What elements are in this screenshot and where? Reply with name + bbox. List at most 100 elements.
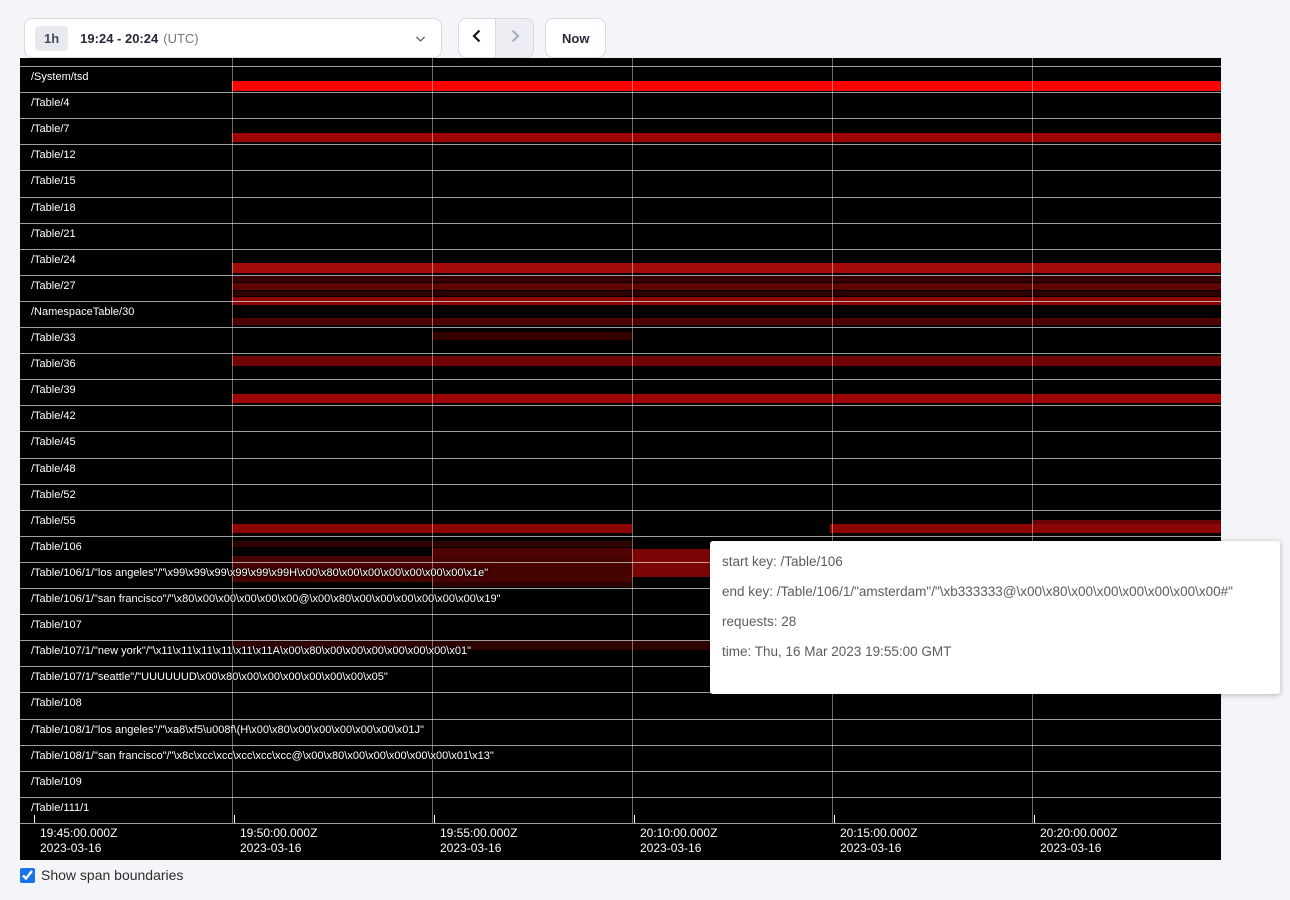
time-nav-group <box>458 18 534 58</box>
row-key-label: /Table/45 <box>31 436 76 448</box>
span-boundary-line <box>20 484 1221 485</box>
span-boundary-line <box>20 197 1221 198</box>
heat-stripe[interactable] <box>232 356 1221 366</box>
span-boundary-line <box>20 92 1221 93</box>
time-toolbar: 1h 19:24 - 20:24 (UTC) Now <box>0 0 1290 58</box>
heat-stripe[interactable] <box>232 133 1221 142</box>
tooltip-requests: requests: 28 <box>722 614 1268 629</box>
span-boundary-line <box>20 144 1221 145</box>
axis-tick-label: 19:45:00.000Z2023-03-16 <box>40 826 117 856</box>
chevron-left-icon <box>469 28 485 49</box>
row-key-label: /Table/52 <box>31 489 76 501</box>
span-boundary-line <box>20 301 1221 302</box>
chevron-right-icon <box>507 28 523 49</box>
span-boundary-line <box>20 510 1221 511</box>
span-boundary-line <box>20 275 1221 276</box>
axis-tickmark <box>1034 815 1035 823</box>
time-range-label: 19:24 - 20:24 <box>80 31 158 46</box>
heat-stripe[interactable] <box>432 548 632 556</box>
row-key-label: /Table/108 <box>31 697 82 709</box>
chevron-down-icon <box>414 32 427 45</box>
row-key-label: /Table/33 <box>31 332 76 344</box>
axis-tickmark <box>234 815 235 823</box>
row-key-label: /Table/106/1/"san francisco"/"\x80\x00\x… <box>31 593 501 605</box>
heat-stripe[interactable] <box>632 549 712 577</box>
row-key-label: /Table/108/1/"los angeles"/"\xa8\xf5\u00… <box>31 724 424 736</box>
row-key-label: /Table/107 <box>31 619 82 631</box>
span-tooltip: start key: /Table/106 end key: /Table/10… <box>710 541 1280 694</box>
span-boundary-line <box>20 431 1221 432</box>
axis-tickmark <box>634 815 635 823</box>
axis-tickmark <box>434 815 435 823</box>
tooltip-start-key: start key: /Table/106 <box>722 554 1268 569</box>
time-gridline <box>232 58 233 823</box>
previous-interval-button[interactable] <box>458 18 496 58</box>
span-boundary-line <box>20 170 1221 171</box>
now-button[interactable]: Now <box>545 18 606 58</box>
row-key-label: /Table/42 <box>31 410 76 422</box>
row-key-label: /Table/18 <box>31 202 76 214</box>
heat-stripe[interactable] <box>232 81 1221 91</box>
span-boundary-line <box>20 536 1221 537</box>
span-boundary-line <box>20 823 1221 824</box>
span-boundary-line <box>20 327 1221 328</box>
row-key-label: /Table/107/1/"new york"/"\x11\x11\x11\x1… <box>31 645 471 657</box>
key-visualizer-page: 1h 19:24 - 20:24 (UTC) Now 19:45:00.000Z… <box>0 0 1290 900</box>
show-span-boundaries-checkbox[interactable] <box>20 868 35 883</box>
heat-stripe[interactable] <box>232 276 1221 282</box>
span-boundary-line <box>20 353 1221 354</box>
span-boundary-line <box>20 458 1221 459</box>
time-gridline <box>1032 58 1033 823</box>
row-key-label: /Table/106 <box>31 541 82 553</box>
axis-tick-label: 20:20:00.000Z2023-03-16 <box>1040 826 1117 856</box>
row-key-label: /Table/36 <box>31 358 76 370</box>
heat-stripe[interactable] <box>432 582 632 587</box>
heat-stripe[interactable] <box>232 283 1221 290</box>
time-range-select[interactable]: 1h 19:24 - 20:24 (UTC) <box>24 18 442 58</box>
row-key-label: /Table/27 <box>31 280 76 292</box>
tooltip-end-key: end key: /Table/106/1/"amsterdam"/"\xb33… <box>722 584 1268 599</box>
span-boundary-line <box>20 118 1221 119</box>
span-boundary-line <box>20 66 1221 67</box>
time-gridline <box>832 58 833 823</box>
axis-tickmark <box>34 815 35 823</box>
span-boundary-line <box>20 745 1221 746</box>
row-key-label: /Table/15 <box>31 175 76 187</box>
span-boundary-line <box>20 719 1221 720</box>
row-key-label: /Table/107/1/"seattle"/"UUUUUUD\x00\x80\… <box>31 671 388 683</box>
row-key-label: /Table/39 <box>31 384 76 396</box>
key-visualizer-heatmap[interactable]: 19:45:00.000Z2023-03-1619:50:00.000Z2023… <box>20 58 1221 860</box>
heat-stripe[interactable] <box>232 291 1221 296</box>
time-zone-label: (UTC) <box>163 31 198 46</box>
tooltip-time: time: Thu, 16 Mar 2023 19:55:00 GMT <box>722 644 1268 659</box>
axis-tick-label: 20:10:00.000Z2023-03-16 <box>640 826 717 856</box>
duration-badge: 1h <box>35 26 68 51</box>
row-key-label: /System/tsd <box>31 71 88 83</box>
time-gridline <box>632 58 633 823</box>
row-key-label: /Table/111/1 <box>31 802 89 814</box>
show-span-boundaries-label: Show span boundaries <box>41 867 183 883</box>
heat-stripe[interactable] <box>232 318 1221 325</box>
heat-stripe[interactable] <box>830 524 1221 533</box>
show-span-boundaries-control[interactable]: Show span boundaries <box>20 867 183 883</box>
heat-stripe[interactable] <box>232 263 1221 273</box>
row-key-label: /NamespaceTable/30 <box>31 306 134 318</box>
row-key-label: /Table/106/1/"los angeles"/"\x99\x99\x99… <box>31 567 488 579</box>
span-boundary-line <box>20 405 1221 406</box>
heat-stripe[interactable] <box>432 332 632 340</box>
row-key-label: /Table/109 <box>31 776 82 788</box>
row-key-label: /Table/108/1/"san francisco"/"\x8c\xcc\x… <box>31 750 494 762</box>
row-key-label: /Table/4 <box>31 97 70 109</box>
row-key-label: /Table/21 <box>31 228 76 240</box>
span-boundary-line <box>20 223 1221 224</box>
span-boundary-line <box>20 379 1221 380</box>
row-key-label: /Table/7 <box>31 123 70 135</box>
next-interval-button[interactable] <box>496 18 534 58</box>
row-key-label: /Table/24 <box>31 254 76 266</box>
axis-tick-label: 19:55:00.000Z2023-03-16 <box>440 826 517 856</box>
time-gridline <box>432 58 433 823</box>
heat-stripe[interactable] <box>232 394 1221 403</box>
span-boundary-line <box>20 797 1221 798</box>
row-key-label: /Table/12 <box>31 149 76 161</box>
axis-tick-label: 20:15:00.000Z2023-03-16 <box>840 826 917 856</box>
